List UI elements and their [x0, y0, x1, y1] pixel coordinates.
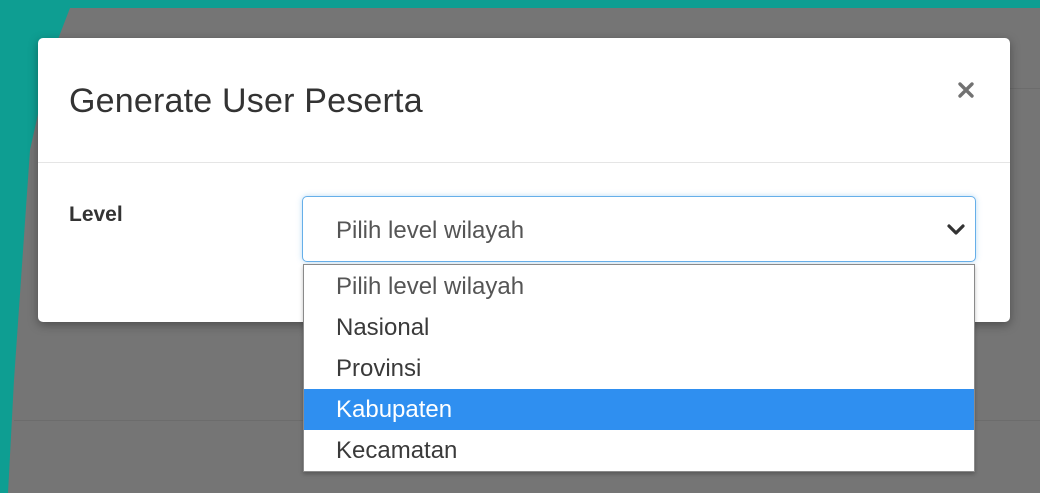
option-nasional[interactable]: Nasional: [304, 307, 974, 348]
level-select[interactable]: Pilih level wilayah: [302, 196, 976, 262]
level-label: Level: [69, 203, 123, 226]
modal-header: Generate User Peserta: [38, 38, 1010, 163]
option-kecamatan[interactable]: Kecamatan: [304, 430, 974, 471]
close-button[interactable]: [950, 74, 982, 106]
close-icon: [958, 82, 974, 98]
modal-title: Generate User Peserta: [69, 82, 423, 120]
option-provinsi[interactable]: Provinsi: [304, 348, 974, 389]
option-pilih-level-wilayah[interactable]: Pilih level wilayah: [304, 266, 974, 307]
option-kabupaten[interactable]: Kabupaten: [304, 389, 974, 430]
level-select-value: Pilih level wilayah: [336, 217, 525, 244]
level-dropdown-list: Pilih level wilayah Nasional Provinsi Ka…: [303, 264, 975, 472]
chevron-down-icon: [947, 224, 965, 235]
